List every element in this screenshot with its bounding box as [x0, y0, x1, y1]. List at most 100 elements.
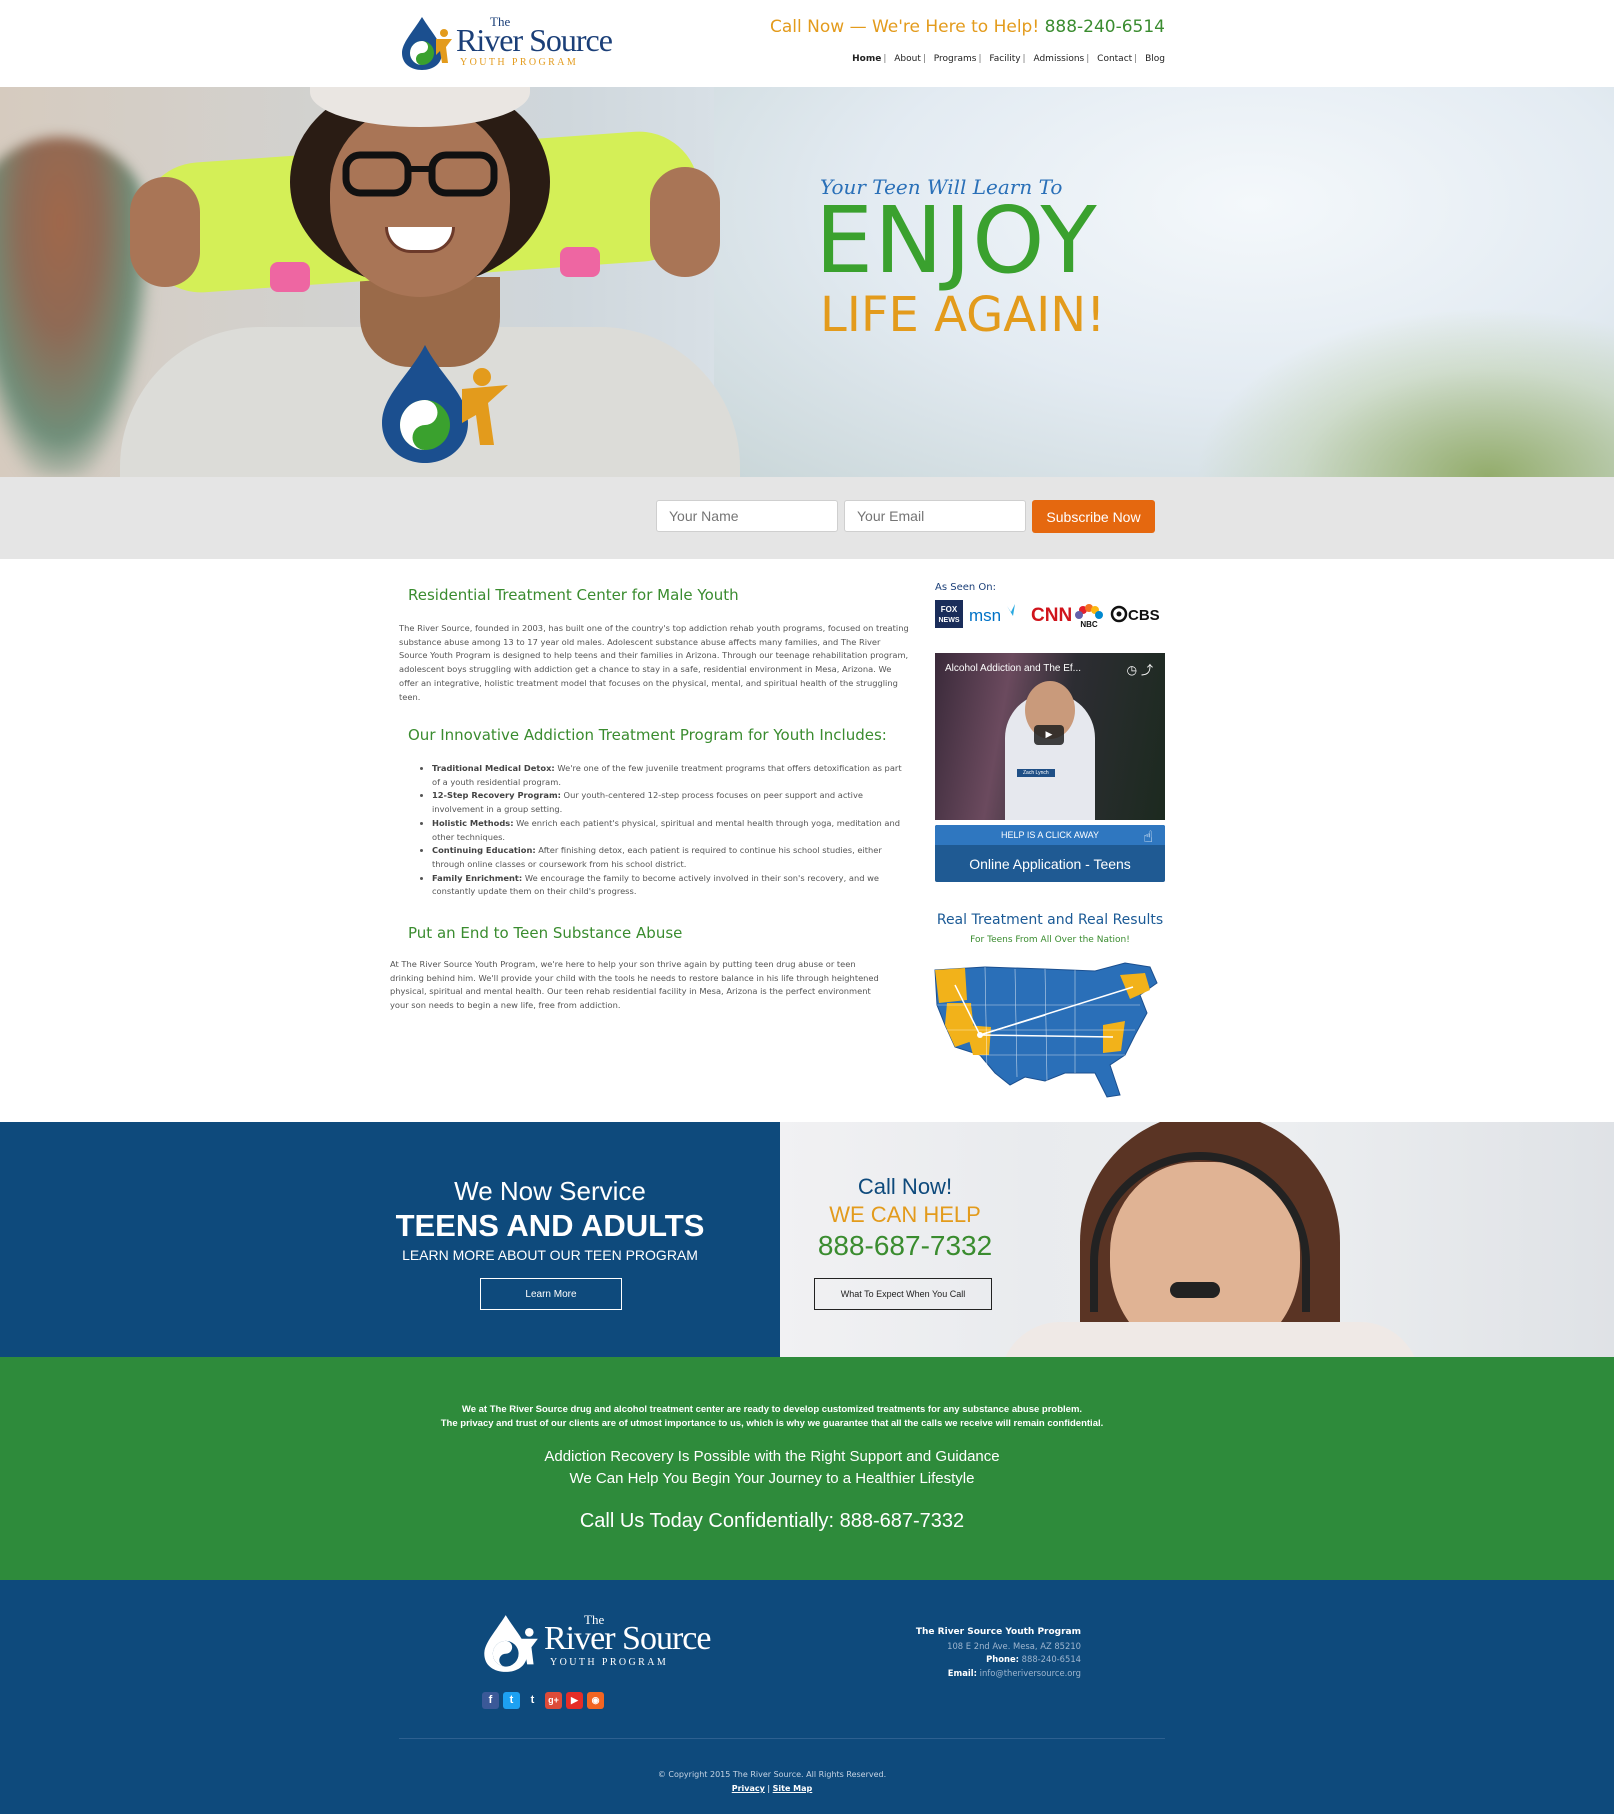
nav-separator: |	[883, 54, 887, 64]
nav-programs[interactable]: Programs	[934, 54, 977, 64]
nav-home[interactable]: Home	[852, 54, 881, 64]
site-map-link[interactable]: Site Map	[773, 1784, 813, 1793]
footer-phone[interactable]: 888-240-6514	[1022, 1654, 1081, 1664]
we-can-help-heading: WE CAN HELP	[829, 1202, 981, 1227]
skateboard-wheel	[560, 247, 600, 277]
svg-text:CBS: CBS	[1128, 607, 1160, 624]
green-band-tagline-1: Addiction Recovery Is Possible with the …	[544, 1448, 1000, 1465]
footer-address: 108 E 2nd Ave. Mesa, AZ 85210	[947, 1640, 1081, 1651]
teen-face	[330, 107, 510, 297]
shirt-logo-icon	[382, 345, 508, 463]
as-seen-on-label: As Seen On:	[935, 582, 996, 593]
list-item: Family Enrichment: We encourage the fami…	[432, 872, 906, 899]
social-links: f t t g+ ▶ ◉	[482, 1688, 608, 1709]
google-plus-icon[interactable]: g+	[545, 1692, 562, 1709]
what-to-expect-button[interactable]: What To Expect When You Call	[814, 1278, 992, 1310]
subscribe-button[interactable]: Subscribe Now	[1032, 500, 1155, 533]
teen-hand-right	[650, 167, 720, 277]
app-banner-top: HELP IS A CLICK AWAY	[935, 825, 1165, 845]
rss-icon[interactable]: ◉	[587, 1692, 604, 1709]
logo-sub-text: YOUTH PROGRAM	[460, 57, 579, 68]
green-band-line-1: We at The River Source drug and alcohol …	[461, 1404, 1083, 1415]
services-section: We Now Service TEENS AND ADULTS LEARN MO…	[0, 1122, 1614, 1357]
logo-name-text: River Source	[544, 1620, 711, 1657]
nav-blog[interactable]: Blog	[1145, 54, 1165, 64]
play-icon[interactable]: ▶	[1034, 725, 1064, 745]
subscribe-bar: Subscribe Now	[0, 477, 1614, 559]
nav-admissions[interactable]: Admissions	[1033, 54, 1084, 64]
green-band-tagline-2: We Can Help You Begin Your Journey to a …	[569, 1470, 975, 1487]
video-controls: ◷ ⤴	[1127, 661, 1153, 678]
footer-links: Privacy | Site Map	[731, 1784, 813, 1793]
list-item: Traditional Medical Detox: We're one of …	[432, 762, 906, 789]
watch-later-icon[interactable]: ◷	[1127, 663, 1137, 677]
twitter-icon[interactable]: t	[503, 1692, 520, 1709]
list-item-term: Family Enrichment:	[432, 872, 523, 883]
media-logos: FOX NEWS msn CNN NBC CBS	[935, 600, 1160, 628]
green-band-call[interactable]: Call Us Today Confidentially: 888-687-73…	[0, 1510, 1544, 1533]
services-call-panel: Call Now! WE CAN HELP 888-687-7332 What …	[780, 1122, 1614, 1357]
share-icon[interactable]: ⤴	[1141, 663, 1153, 677]
list-item-term: Continuing Education:	[432, 845, 536, 856]
privacy-link[interactable]: Privacy	[732, 1784, 765, 1793]
program-list: Traditional Medical Detox: We're one of …	[418, 762, 906, 899]
fox-news-logo-icon: FOX NEWS	[935, 600, 963, 628]
tumblr-icon[interactable]: t	[524, 1692, 541, 1709]
nav-separator: |	[1134, 54, 1138, 64]
content-closing-paragraph: At The River Source Youth Program, we're…	[390, 959, 879, 1011]
nav-separator: |	[1022, 54, 1026, 64]
video-title[interactable]: Alcohol Addiction and The Ef...	[945, 663, 1081, 674]
site-footer: The River Source YOUTH PROGRAM f t t g+ ▶ ◉ T…	[0, 1580, 1614, 1814]
site-header: The River Source YOUTH PROGRAM Call Now …	[0, 0, 1614, 87]
content-heading-program: Our Innovative Addiction Treatment Progr…	[408, 726, 887, 744]
nav-contact[interactable]: Contact	[1097, 54, 1132, 64]
services-teens-adults-panel: We Now Service TEENS AND ADULTS LEARN MO…	[0, 1122, 780, 1357]
hero-trees	[1194, 307, 1614, 477]
content-heading-substance-abuse: Put an End to Teen Substance Abuse	[408, 924, 683, 942]
svg-text:NBC: NBC	[1080, 620, 1098, 628]
call-now-text: Call Now — We're Here to Help!	[770, 17, 1040, 37]
content-heading-residential: Residential Treatment Center for Male Yo…	[408, 586, 739, 604]
hero-banner: Your Teen Will Learn To ENJOY LIFE AGAIN…	[0, 87, 1614, 477]
footer-org-name: The River Source Youth Program	[915, 1627, 1081, 1637]
logo-drop-icon	[484, 1615, 538, 1672]
header-phone[interactable]: 888-240-6514	[1045, 17, 1165, 37]
learn-more-button[interactable]: Learn More	[480, 1278, 622, 1310]
cnn-logo-icon: CNN	[1031, 605, 1072, 626]
teen-hand-left	[130, 177, 200, 287]
youtube-icon[interactable]: ▶	[566, 1692, 583, 1709]
nav-separator: |	[978, 54, 982, 64]
nav-separator: |	[922, 54, 926, 64]
list-item: Holistic Methods: We enrich each patient…	[432, 817, 906, 844]
services-now-text: We Now Service	[454, 1176, 646, 1206]
svg-text:FOX: FOX	[941, 605, 958, 614]
nav-about[interactable]: About	[894, 54, 921, 64]
facebook-icon[interactable]: f	[482, 1692, 499, 1709]
services-phone[interactable]: 888-687-7332	[780, 1230, 1030, 1262]
footer-phone-label: Phone:	[986, 1654, 1019, 1664]
glasses-image	[342, 151, 498, 197]
main-nav: Home | About | Programs | Facility | Admissi…	[852, 54, 1165, 64]
header-call-now: Call Now — We're Here to Help! 888-240-6…	[770, 17, 1165, 37]
logo-name-text: River Source	[456, 22, 613, 58]
site-logo[interactable]: The River Source YOUTH PROGRAM	[400, 12, 620, 72]
nav-facility[interactable]: Facility	[989, 54, 1020, 64]
hero-headline: ENJOY	[815, 187, 1098, 294]
services-teens-text: TEENS AND ADULTS	[395, 1208, 705, 1243]
online-application-button[interactable]: HELP IS A CLICK AWAY Online Application …	[935, 825, 1165, 882]
footer-email[interactable]: info@theriversource.org	[980, 1668, 1081, 1678]
skateboard-wheel	[270, 262, 310, 292]
real-results-subtitle: For Teens From All Over the Nation!	[970, 935, 1130, 945]
footer-logo[interactable]: The River Source YOUTH PROGRAM	[482, 1610, 732, 1674]
svg-text:NEWS: NEWS	[939, 617, 960, 624]
us-map-image	[934, 962, 1158, 1098]
subscribe-name-input[interactable]	[656, 500, 838, 532]
real-results-title: Real Treatment and Real Results	[936, 912, 1164, 928]
cbs-logo-icon: CBS	[1110, 605, 1160, 624]
subscribe-email-input[interactable]	[844, 500, 1026, 532]
nbc-logo-icon: NBC	[1075, 604, 1103, 628]
pointer-hand-icon: ☝	[1143, 827, 1153, 846]
footer-email-label: Email:	[947, 1667, 977, 1678]
svg-text:msn: msn	[969, 606, 1001, 625]
video-player[interactable]: Alcohol Addiction and The Ef... ◷ ⤴ ▶ Za…	[935, 653, 1165, 820]
